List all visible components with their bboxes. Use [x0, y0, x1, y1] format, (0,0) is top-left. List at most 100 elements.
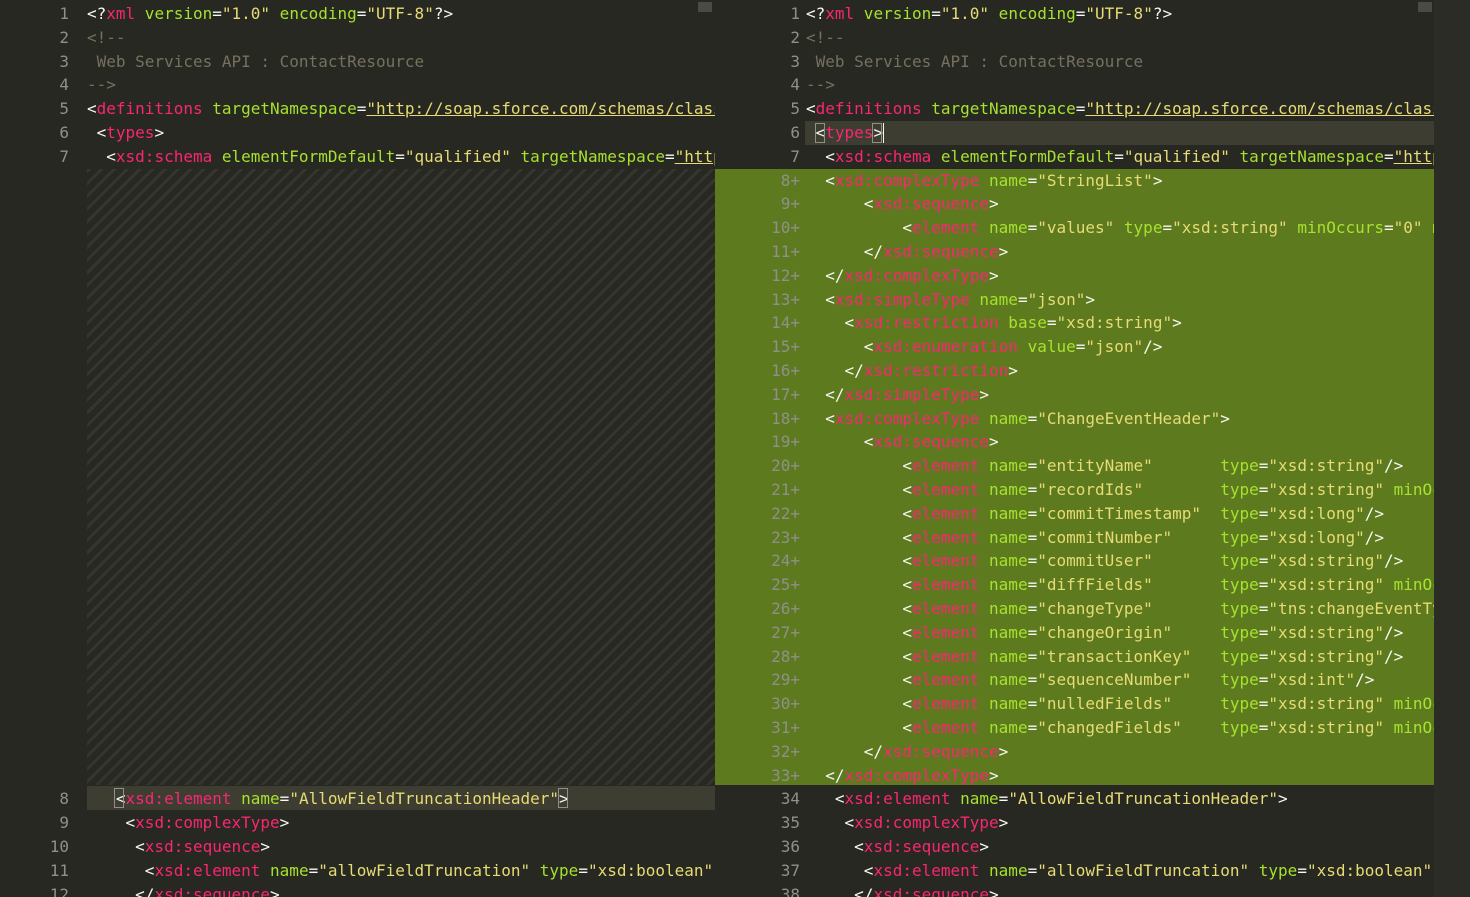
code-line[interactable]: <xsd:element name="allowFieldTruncation"…: [806, 859, 1442, 883]
code-line[interactable]: <!--: [87, 26, 126, 50]
code-token: "xsd:boolean": [1306, 860, 1433, 880]
code-line[interactable]: <element name="commitNumber" type="xsd:l…: [806, 526, 1384, 550]
code-token: =: [1027, 860, 1038, 880]
code-token: >: [279, 813, 290, 833]
code-token: <: [806, 456, 912, 476]
code-token: =: [1258, 551, 1269, 571]
code-token: >: [989, 265, 999, 285]
right-diff-pane[interactable]: 1 <?xml version="1.0" encoding="UTF-8"?> 2…: [715, 0, 1450, 897]
code-line[interactable]: <xsd:sequence>: [87, 835, 270, 859]
code-token: "changeType": [1037, 599, 1153, 618]
code-token: name: [231, 789, 280, 809]
code-line[interactable]: <xsd:sequence>: [806, 192, 999, 216]
code-line[interactable]: Web Services API : ContactResource: [87, 50, 425, 74]
code-line[interactable]: <xsd:schema elementFormDefault="qualifie…: [87, 145, 715, 169]
code-token: <!--: [806, 27, 845, 47]
code-line[interactable]: <element name="entityName" type="xsd:str…: [806, 454, 1403, 478]
code-token: "AllowFieldTruncationHeader": [289, 789, 560, 809]
code-token: type: [1152, 599, 1259, 618]
code-line[interactable]: <xsd:complexType name="StringList">: [806, 169, 1162, 193]
code-line[interactable]: <element name="diffFields" type="xsd:str…: [806, 573, 1441, 597]
code-token: <: [806, 218, 912, 238]
code-token: Web Services API : ContactResource: [87, 51, 425, 71]
code-token: xsd:sequence: [883, 741, 999, 761]
code-line[interactable]: <xsd:sequence>: [806, 835, 989, 859]
scrollbar-thumb[interactable]: [698, 2, 712, 12]
code-line[interactable]: -->: [87, 73, 116, 97]
code-line[interactable]: <element name="commitUser" type="xsd:str…: [806, 549, 1403, 573]
code-token: >: [1172, 313, 1182, 333]
code-line[interactable]: </xsd:complexType>: [806, 264, 999, 288]
left-diff-pane[interactable]: 1 <?xml version="1.0" encoding="UTF-8"?> 2…: [0, 0, 715, 897]
code-line[interactable]: <element name="sequenceNumber" type="xsd…: [806, 668, 1374, 692]
code-line[interactable]: <element name="transactionKey" type="xsd…: [806, 645, 1403, 669]
code-line[interactable]: <xsd:element name="AllowFieldTruncationH…: [806, 787, 1288, 811]
code-token: "xsd:boolean": [587, 860, 714, 880]
code-line[interactable]: <xsd:complexType name="ChangeEventHeader…: [806, 407, 1230, 431]
code-line[interactable]: <xsd:sequence>: [806, 430, 999, 454]
code-line[interactable]: </xsd:sequence>: [806, 740, 1009, 764]
code-line[interactable]: </xsd:sequence>: [806, 240, 1009, 264]
code-token: name: [979, 408, 1028, 428]
code-token: "values": [1037, 218, 1115, 238]
code-line[interactable]: <definitions targetNamespace="http://soa…: [87, 97, 715, 121]
code-token: >: [998, 242, 1009, 261]
code-line[interactable]: </xsd:simpleType>: [806, 383, 989, 407]
code-token: "xsd:long": [1268, 503, 1365, 523]
code-line[interactable]: <!--: [806, 26, 845, 50]
code-line[interactable]: <xsd:element name="AllowFieldTruncationH…: [87, 787, 569, 811]
code-line[interactable]: </xsd:sequence>: [806, 883, 999, 897]
line-number: 5: [59, 99, 69, 119]
code-line[interactable]: <element name="changeOrigin" type="xsd:s…: [806, 621, 1403, 645]
code-token: xsd:sequence: [144, 837, 261, 856]
bracket-match-box: [815, 123, 825, 143]
code-token: "entityName": [1037, 456, 1153, 476]
line-number: 22+: [771, 503, 800, 523]
code-token: >: [989, 884, 999, 897]
code-line[interactable]: <definitions targetNamespace="http://soa…: [806, 97, 1442, 121]
code-line[interactable]: <element name="changedFields" type="xsd:…: [806, 716, 1441, 740]
code-line[interactable]: </xsd:sequence>: [87, 883, 280, 897]
code-line[interactable]: <xsd:complexType>: [87, 811, 290, 835]
code-line[interactable]: <xsd:complexType>: [806, 811, 1009, 835]
code-token: element: [911, 718, 980, 737]
code-line[interactable]: -->: [806, 73, 835, 97]
code-token: types: [825, 123, 874, 142]
line-number: 11: [49, 860, 69, 880]
code-token: =: [1297, 860, 1307, 880]
code-line[interactable]: <xsd:schema elementFormDefault="qualifie…: [806, 145, 1442, 169]
code-line[interactable]: <element name="recordIds" type="xsd:stri…: [806, 478, 1441, 502]
code-line[interactable]: <xsd:element name="allowFieldTruncation"…: [87, 859, 715, 883]
code-token: =: [1114, 146, 1124, 166]
code-token: =: [1027, 670, 1038, 690]
code-line[interactable]: Web Services API : ContactResource: [806, 50, 1144, 74]
code-line[interactable]: <element name="values" type="xsd:string"…: [806, 216, 1442, 240]
line-number: 6: [790, 123, 800, 142]
code-token: <: [806, 694, 912, 714]
line-number: 23+: [771, 527, 800, 547]
code-token: />: [1364, 503, 1385, 523]
code-line[interactable]: </xsd:complexType>: [806, 764, 998, 788]
code-line[interactable]: </xsd:restriction>: [806, 359, 1018, 383]
code-line[interactable]: <?xml version="1.0" encoding="UTF-8"?>: [806, 2, 1172, 26]
code-line[interactable]: <xsd:enumeration value="json"/>: [806, 335, 1163, 359]
line-number: 5: [790, 99, 800, 119]
code-line[interactable]: <element name="commitTimestamp" type="xs…: [806, 502, 1384, 526]
code-token: "changeOrigin": [1037, 622, 1173, 642]
code-token: "xsd:string": [1268, 694, 1385, 714]
code-line[interactable]: <element name="changeType" type="tns:cha…: [806, 597, 1441, 621]
diff-placeholder-hatch: [87, 169, 715, 785]
code-line[interactable]: <element name="nulledFields" type="xsd:s…: [806, 692, 1441, 716]
code-token: type: [1152, 456, 1259, 476]
code-line[interactable]: <xsd:restriction base="xsd:string">: [806, 311, 1182, 335]
code-token: <: [806, 670, 912, 690]
code-line[interactable]: <?xml version="1.0" encoding="UTF-8"?>: [87, 2, 453, 26]
scrollbar-thumb[interactable]: [1418, 2, 1432, 12]
code-line[interactable]: <types>: [87, 121, 164, 145]
code-token: xsd:sequence: [873, 432, 990, 452]
code-token: xsd:sequence: [154, 884, 271, 897]
code-token: value: [1017, 337, 1076, 357]
code-token: "commitNumber": [1037, 527, 1173, 547]
code-line[interactable]: <xsd:simpleType name="json">: [806, 288, 1095, 312]
code-token: xsd:sequence: [873, 884, 990, 897]
